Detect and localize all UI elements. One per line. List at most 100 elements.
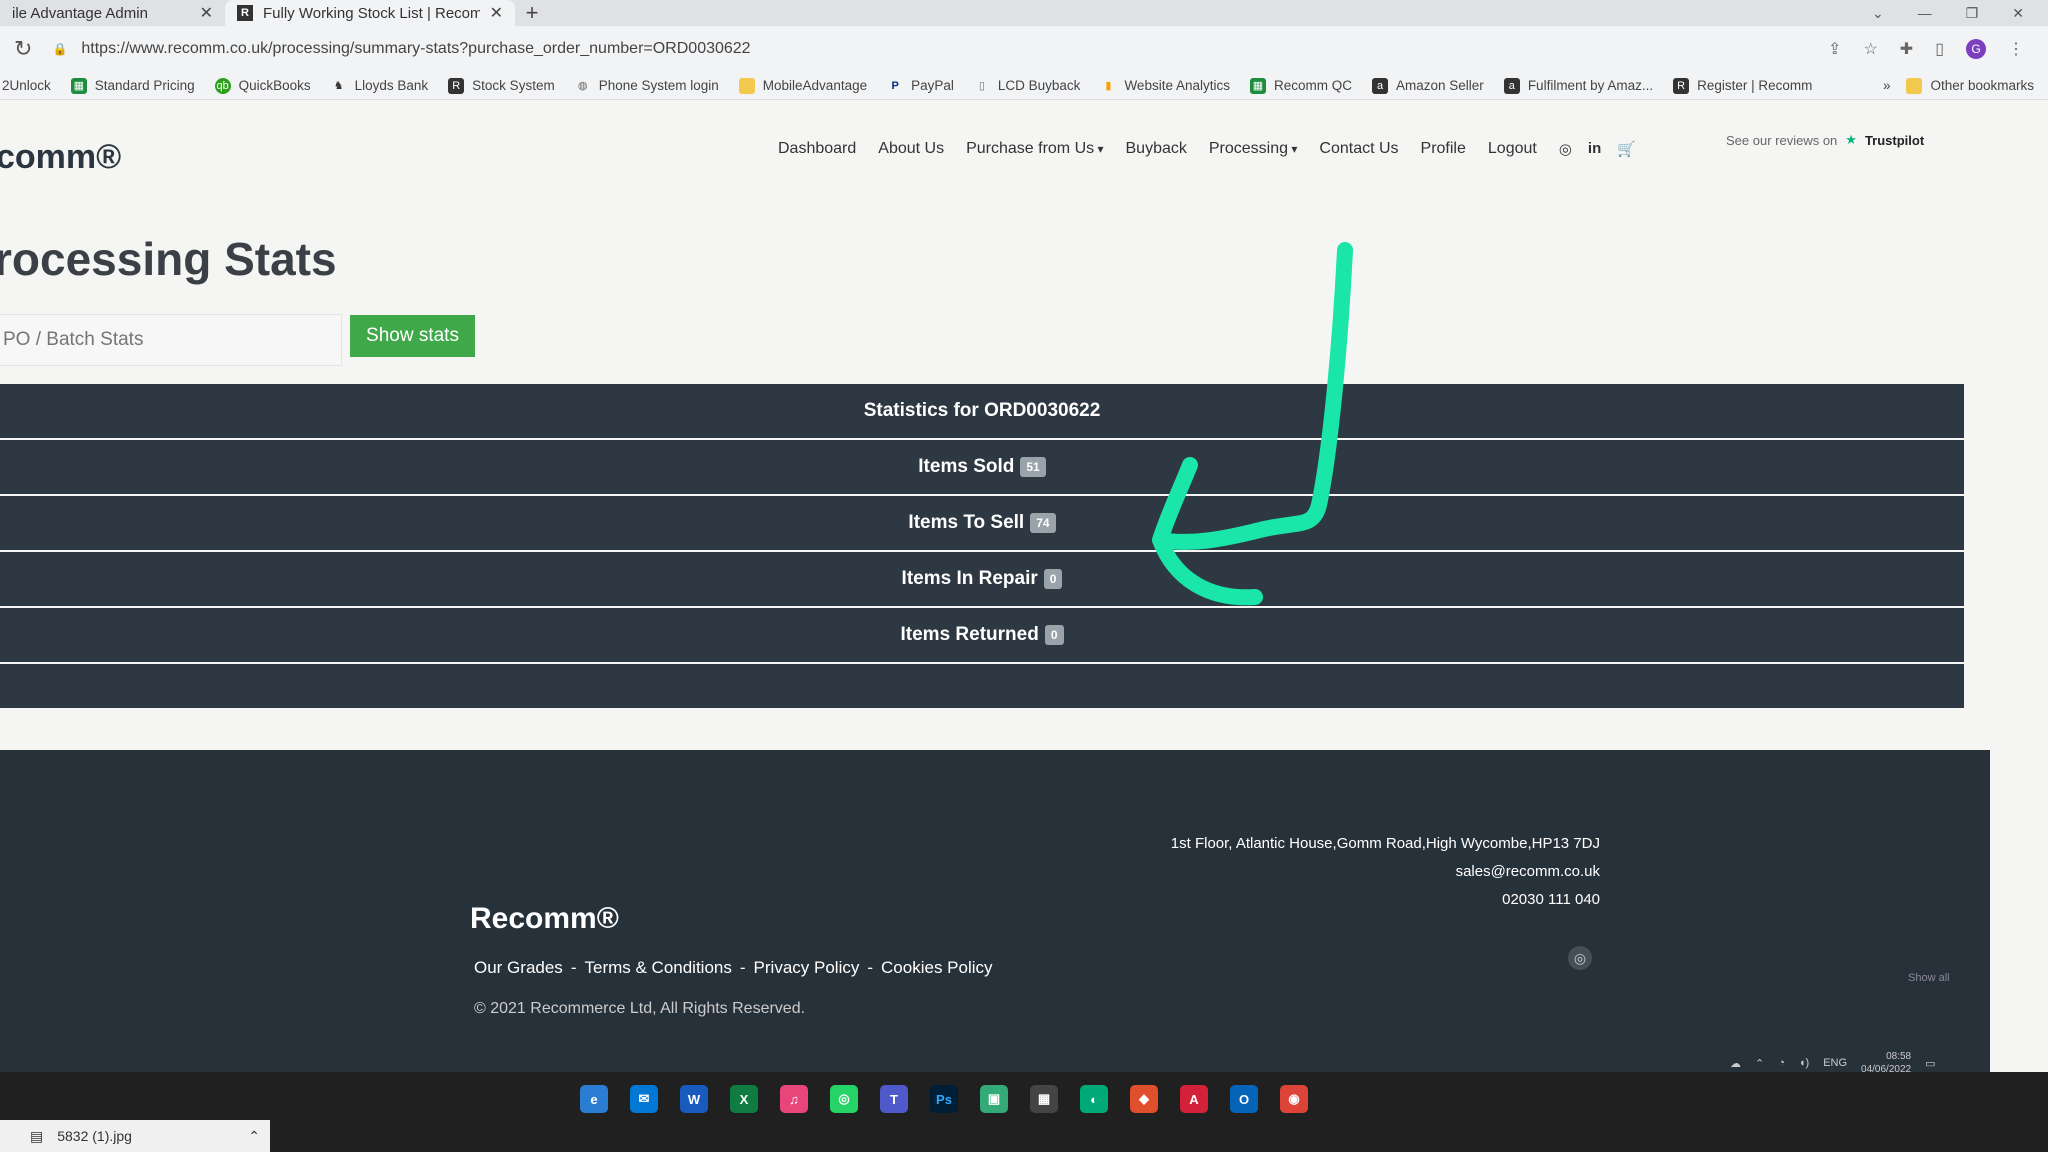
excel-icon[interactable]: X bbox=[730, 1085, 758, 1113]
more-bookmarks-button[interactable]: » bbox=[1883, 78, 1891, 94]
close-tab-icon[interactable]: ✕ bbox=[490, 3, 503, 23]
nav-profile[interactable]: Profile bbox=[1421, 140, 1466, 158]
calculator-icon[interactable]: ▦ bbox=[1030, 1085, 1058, 1113]
browser-tab-stock-list[interactable]: R Fully Working Stock List | Recom ✕ bbox=[225, 0, 515, 26]
trustpilot-label: Trustpilot bbox=[1864, 132, 1925, 148]
close-window-icon[interactable]: ✕ bbox=[2012, 5, 2024, 22]
clock-date: 04/06/2022 bbox=[1861, 1064, 1912, 1075]
profile-avatar[interactable]: G bbox=[1966, 39, 1986, 59]
reviews-text: See our reviews on bbox=[1726, 132, 1838, 148]
chrome-icon[interactable]: ◉ bbox=[1280, 1085, 1308, 1113]
site-footer: 1st Floor, Atlantic House,Gomm Road,High… bbox=[0, 750, 1990, 1110]
edge-icon[interactable]: ◐ bbox=[1080, 1085, 1108, 1113]
bookmark-2unlock[interactable]: 2Unlock bbox=[2, 78, 51, 93]
word-icon[interactable]: W bbox=[680, 1085, 708, 1113]
clock[interactable]: 08:58 04/06/2022 bbox=[1861, 1050, 1911, 1076]
stat-label: Items Returned bbox=[900, 624, 1039, 645]
chevron-up-icon[interactable]: ⌃ bbox=[248, 1128, 270, 1145]
cart-icon[interactable]: 🛒 bbox=[1617, 140, 1636, 158]
side-panel-icon[interactable]: ▯ bbox=[1935, 39, 1944, 59]
nav-buyback[interactable]: Buyback bbox=[1126, 140, 1187, 158]
bookmark-mobileadvantage[interactable]: MobileAdvantage bbox=[738, 77, 867, 94]
link-our-grades[interactable]: Our Grades bbox=[474, 958, 563, 978]
language-indicator[interactable]: ENG bbox=[1823, 1057, 1847, 1069]
show-all-downloads[interactable]: Show all bbox=[1908, 972, 1950, 984]
bookmark-paypal[interactable]: P PayPal bbox=[887, 78, 953, 94]
show-stats-button[interactable]: Show stats bbox=[350, 315, 475, 357]
bookmark-quickbooks[interactable]: qb QuickBooks bbox=[214, 77, 311, 94]
trustpilot-widget[interactable]: See our reviews on ★ Trustpilot bbox=[1726, 132, 1924, 148]
analytics-icon: ▮ bbox=[1105, 80, 1112, 92]
site-logo[interactable]: comm® bbox=[0, 138, 121, 177]
link-terms-conditions[interactable]: Terms & Conditions bbox=[584, 958, 731, 978]
volume-icon[interactable]: ◖) bbox=[1799, 1057, 1809, 1069]
count-badge: 0 bbox=[1043, 569, 1063, 589]
other-bookmarks-folder[interactable]: Other bookmarks bbox=[1906, 77, 2034, 94]
close-tab-icon[interactable]: ✕ bbox=[200, 3, 213, 23]
nav-contact-us[interactable]: Contact Us bbox=[1319, 140, 1398, 158]
nav-about-us[interactable]: About Us bbox=[878, 140, 944, 158]
network-icon[interactable]: ◔ bbox=[1778, 1057, 1785, 1069]
extensions-icon[interactable]: ✚ bbox=[1900, 39, 1913, 59]
bookmarks-overflow: » Other bookmarks bbox=[1883, 77, 2048, 94]
nav-processing[interactable]: Processing bbox=[1209, 140, 1298, 158]
quickbooks-icon: qb bbox=[214, 77, 231, 94]
tab-search-icon[interactable]: ⌄ bbox=[1872, 5, 1884, 22]
reload-icon[interactable]: ↻ bbox=[14, 36, 32, 62]
share-icon[interactable]: ⇪ bbox=[1828, 39, 1841, 59]
stat-row-items-in-repair[interactable]: Items In Repair 0 bbox=[0, 552, 1964, 608]
bookmark-stock-system[interactable]: R Stock System bbox=[448, 77, 555, 94]
mail-icon[interactable]: ✉ bbox=[630, 1085, 658, 1113]
bookmark-standard-pricing[interactable]: ▦ Standard Pricing bbox=[70, 77, 195, 94]
edge-icon[interactable]: e bbox=[580, 1085, 608, 1113]
nav-logout[interactable]: Logout bbox=[1488, 140, 1537, 158]
link-privacy-policy[interactable]: Privacy Policy bbox=[754, 958, 860, 978]
weather-icon[interactable]: ☁ bbox=[1730, 1057, 1741, 1070]
acrobat-icon[interactable]: A bbox=[1180, 1085, 1208, 1113]
whatsapp-icon[interactable]: ◎ bbox=[1559, 140, 1572, 158]
minimize-icon[interactable]: — bbox=[1918, 5, 1932, 21]
lock-icon[interactable]: 🔒 bbox=[52, 42, 67, 56]
bookmark-lcd-buyback[interactable]: ▯ LCD Buyback bbox=[974, 78, 1081, 94]
chevron-up-icon[interactable]: ⌃ bbox=[1755, 1057, 1764, 1070]
menu-kebab-icon[interactable]: ⋮ bbox=[2008, 39, 2024, 59]
bookmark-lloyds-bank[interactable]: ♞ Lloyds Bank bbox=[331, 78, 428, 94]
bookmark-star-icon[interactable]: ☆ bbox=[1863, 39, 1877, 59]
office-icon[interactable]: ◆ bbox=[1130, 1085, 1158, 1113]
whatsapp-icon[interactable]: ◎ bbox=[1568, 946, 1592, 970]
link-cookies-policy[interactable]: Cookies Policy bbox=[881, 958, 993, 978]
stat-row-items-returned[interactable]: Items Returned 0 bbox=[0, 608, 1964, 664]
whatsapp-icon[interactable]: ◎ bbox=[830, 1085, 858, 1113]
app-icon[interactable]: ▣ bbox=[980, 1085, 1008, 1113]
teams-icon[interactable]: T bbox=[880, 1085, 908, 1113]
notifications-icon[interactable]: ▭ bbox=[1925, 1057, 1935, 1070]
bookmark-fulfilment-by-amazon[interactable]: a Fulfilment by Amaz... bbox=[1503, 77, 1653, 94]
linkedin-icon[interactable]: in bbox=[1588, 140, 1601, 158]
stats-footer-bar bbox=[0, 664, 1964, 708]
itunes-icon[interactable]: ♫ bbox=[780, 1085, 808, 1113]
stats-header: Statistics for ORD0030622 bbox=[0, 384, 1964, 440]
footer-phone[interactable]: 02030 111 040 bbox=[1170, 886, 1600, 914]
bookmark-phone-system[interactable]: ◍ Phone System login bbox=[575, 78, 719, 94]
link-separator: - bbox=[739, 958, 746, 977]
bookmark-register-recomm[interactable]: R Register | Recomm bbox=[1673, 77, 1812, 94]
link-separator: - bbox=[867, 958, 874, 977]
download-item[interactable]: ▤ 5832 (1).jpg ⌃ bbox=[0, 1120, 270, 1152]
stat-row-items-sold[interactable]: Items Sold 51 bbox=[0, 440, 1964, 496]
outlook-icon[interactable]: O bbox=[1230, 1085, 1258, 1113]
po-batch-input[interactable] bbox=[0, 314, 342, 366]
bookmark-amazon-seller[interactable]: a Amazon Seller bbox=[1372, 77, 1484, 94]
bookmark-recomm-qc[interactable]: ▦ Recomm QC bbox=[1250, 77, 1352, 94]
bookmark-website-analytics[interactable]: ▮ Website Analytics bbox=[1100, 78, 1230, 94]
url-field[interactable]: 🔒 https://www.recomm.co.uk/processing/su… bbox=[52, 40, 1808, 58]
sheets-icon: ▦ bbox=[70, 77, 87, 94]
footer-email[interactable]: sales@recomm.co.uk bbox=[1170, 858, 1600, 886]
photoshop-icon[interactable]: Ps bbox=[930, 1085, 958, 1113]
browser-tab-bar: ile Advantage Admin ✕ R Fully Working St… bbox=[0, 0, 2048, 26]
new-tab-button[interactable]: + bbox=[515, 0, 549, 26]
nav-purchase-from-us[interactable]: Purchase from Us bbox=[966, 140, 1103, 158]
restore-icon[interactable]: ❐ bbox=[1966, 5, 1979, 22]
nav-dashboard[interactable]: Dashboard bbox=[778, 140, 856, 158]
stat-row-items-to-sell[interactable]: Items To Sell 74 bbox=[0, 496, 1964, 552]
browser-tab-admin[interactable]: ile Advantage Admin ✕ bbox=[0, 0, 225, 26]
